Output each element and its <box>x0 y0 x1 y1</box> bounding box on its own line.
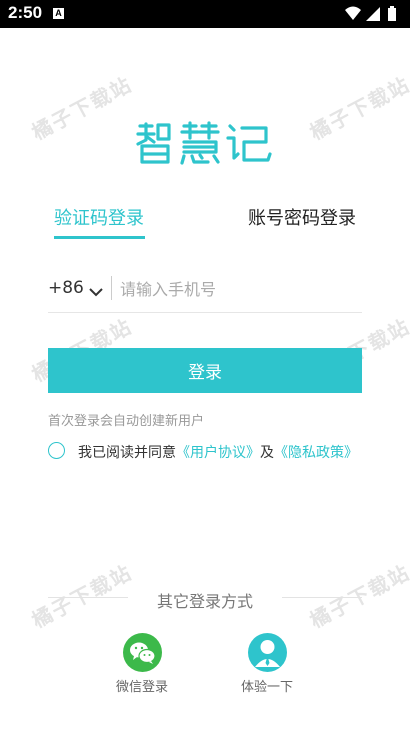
battery-icon <box>388 6 396 21</box>
agreement-prefix: 我已阅读并同意 <box>78 445 176 461</box>
privacy-policy-link[interactable]: 《隐私政策》 <box>274 445 358 461</box>
agreement-conjunction: 及 <box>260 445 274 461</box>
watermark: 橘子下载站 <box>27 71 137 145</box>
chevron-down-icon[interactable] <box>89 282 103 301</box>
app-logo <box>134 120 276 166</box>
wechat-icon[interactable] <box>122 633 162 672</box>
wifi-icon <box>345 6 361 20</box>
signal-icon <box>366 7 380 21</box>
wechat-login-label: 微信登录 <box>115 680 168 695</box>
country-code-selector[interactable]: +86 <box>48 278 84 298</box>
phone-input[interactable] <box>120 276 360 302</box>
agreement-checkbox[interactable] <box>48 442 65 459</box>
input-underline <box>48 312 362 313</box>
user-agreement-link[interactable]: 《用户协议》 <box>176 445 260 461</box>
active-tab-indicator <box>54 236 145 239</box>
other-login-title: 其它登录方式 <box>156 592 253 611</box>
status-time: 2:50 <box>8 3 43 22</box>
input-divider <box>111 276 112 300</box>
status-bar: 2:50 A <box>0 0 410 28</box>
login-button[interactable]: 登录 <box>48 348 362 393</box>
new-user-hint: 首次登录会自动创建新用户 <box>48 414 205 429</box>
try-it-button[interactable]: 体验一下 <box>227 633 307 695</box>
watermark: 橘子下载站 <box>305 71 410 145</box>
person-icon[interactable] <box>247 633 287 672</box>
tab-password-login[interactable]: 账号密码登录 <box>248 204 356 230</box>
tab-sms-login[interactable]: 验证码登录 <box>54 204 144 230</box>
agreement-text: 我已阅读并同意《用户协议》及《隐私政策》 <box>78 443 360 464</box>
status-icons <box>344 5 404 27</box>
notification-a-icon: A <box>53 8 64 19</box>
wechat-login-button[interactable]: 微信登录 <box>102 633 182 695</box>
divider-right <box>282 597 362 598</box>
try-it-label: 体验一下 <box>240 680 293 695</box>
